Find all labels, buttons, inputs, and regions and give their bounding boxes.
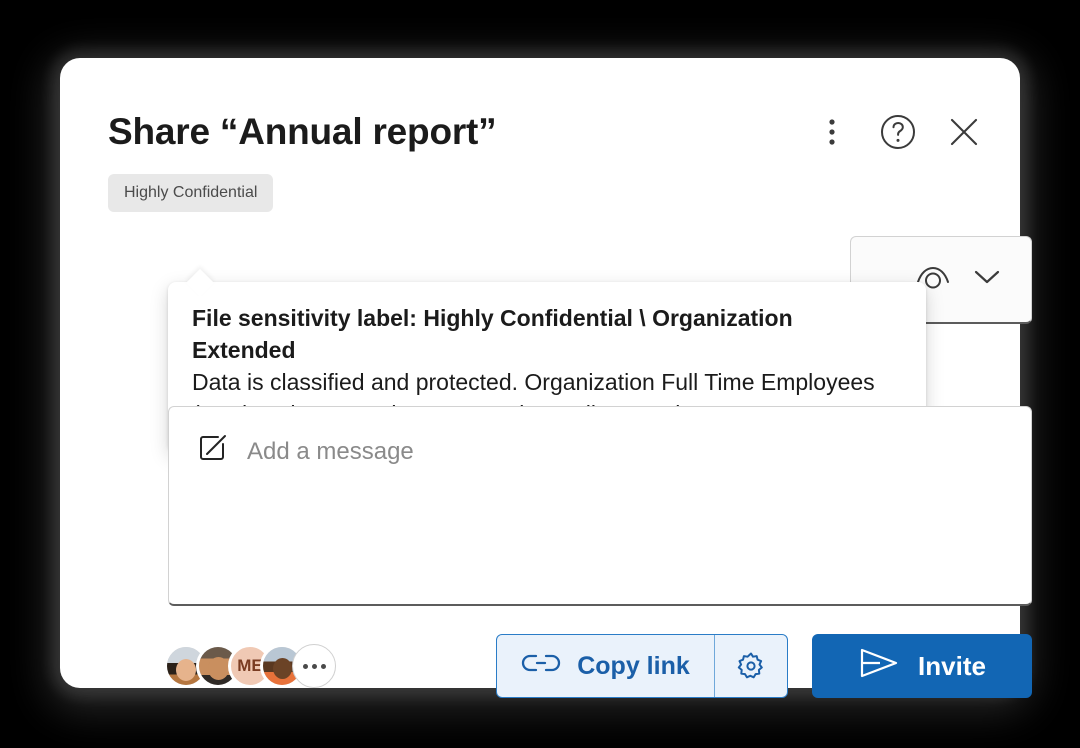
shared-people-avatars: ME bbox=[164, 644, 336, 688]
share-dialog: Share “Annual report” Highly Confidentia… bbox=[60, 58, 1032, 698]
avatar-overflow-button[interactable] bbox=[292, 644, 336, 688]
dialog-header-actions bbox=[812, 112, 984, 152]
status-badge[interactable]: Highly Confidential bbox=[108, 174, 274, 212]
copy-link-label: Copy link bbox=[577, 651, 690, 680]
page-title: Share “Annual report” bbox=[108, 111, 497, 152]
copy-link-button[interactable]: Copy link bbox=[497, 635, 714, 697]
copy-link-split-button: Copy link bbox=[496, 634, 788, 698]
link-icon bbox=[521, 651, 561, 682]
edit-pencil-icon bbox=[197, 433, 229, 470]
message-placeholder-row: Add a message bbox=[197, 433, 414, 470]
screen: Share “Annual report” Highly Confidentia… bbox=[0, 0, 1080, 748]
chevron-down-icon bbox=[973, 268, 1001, 291]
close-icon[interactable] bbox=[944, 112, 984, 152]
gear-icon[interactable] bbox=[714, 635, 787, 697]
tooltip-title: File sensitivity label: Highly Confident… bbox=[192, 305, 793, 363]
help-icon[interactable] bbox=[878, 112, 918, 152]
invite-button[interactable]: Invite bbox=[812, 634, 1032, 698]
more-options-icon[interactable] bbox=[812, 112, 852, 152]
tooltip-body-line-1: Data is classified and protected. Organi… bbox=[192, 369, 875, 395]
invite-label: Invite bbox=[918, 650, 986, 681]
message-input[interactable]: Add a message bbox=[168, 406, 1032, 606]
send-icon bbox=[858, 646, 900, 687]
message-placeholder-text: Add a message bbox=[247, 437, 414, 465]
